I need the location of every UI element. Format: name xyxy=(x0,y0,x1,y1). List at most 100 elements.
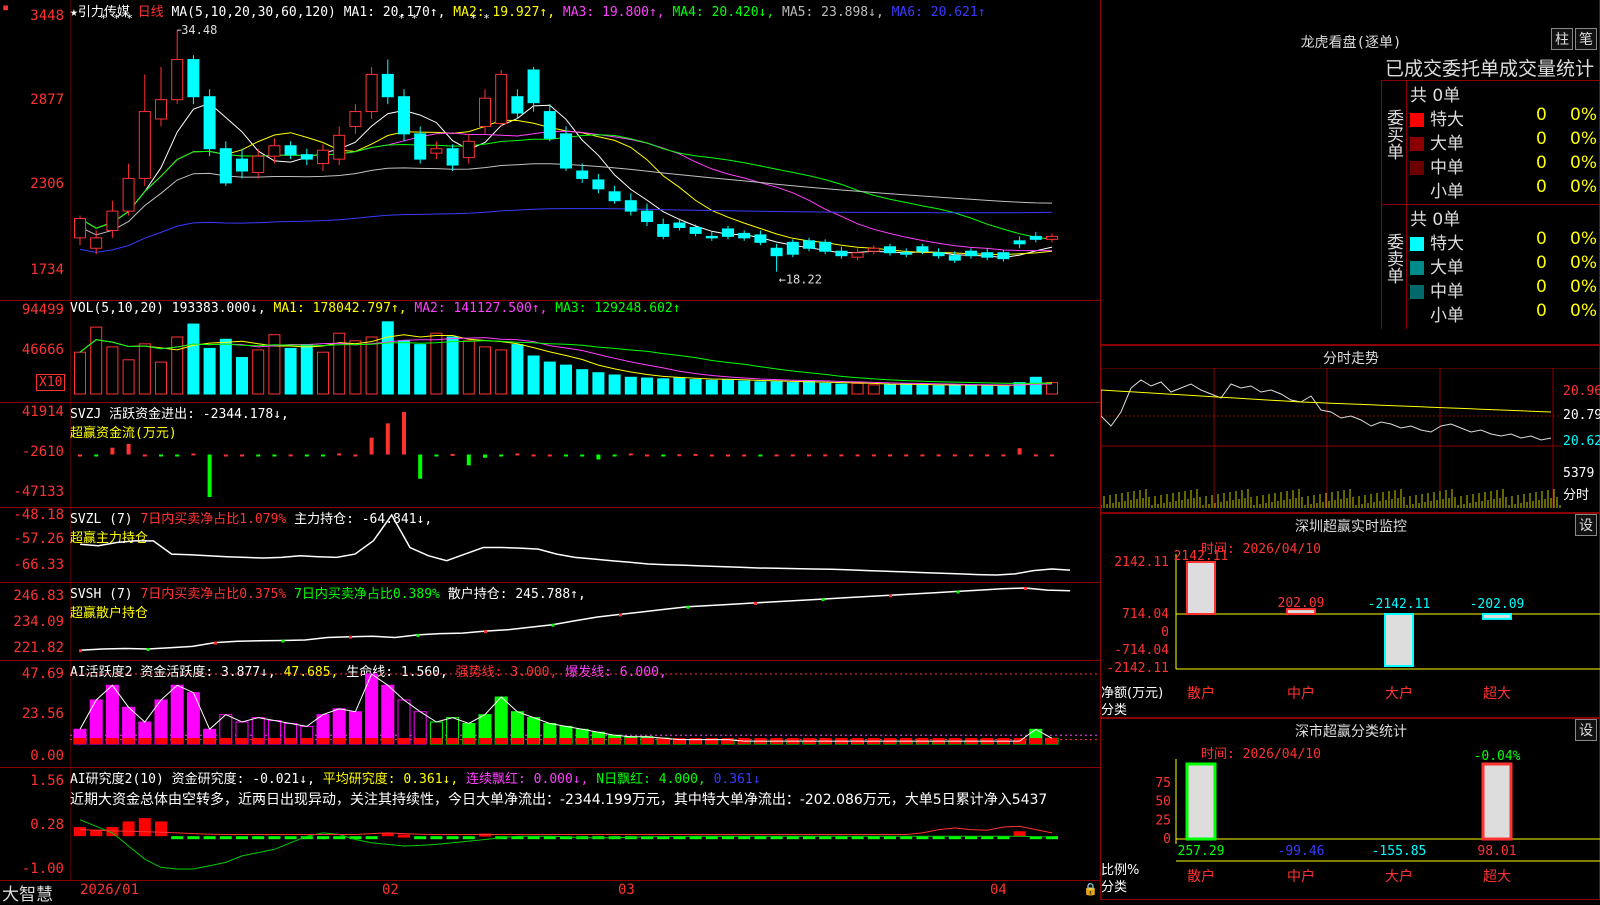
svzj-chart[interactable] xyxy=(70,402,1100,507)
vol-bar xyxy=(641,377,653,395)
vol-bar xyxy=(349,340,362,395)
svzl-chart[interactable] xyxy=(70,507,1100,582)
svsh-dot xyxy=(619,613,622,617)
svzj-bar xyxy=(272,454,277,457)
candle-body xyxy=(705,235,718,239)
intraday-y-0: 20.96 xyxy=(1563,384,1600,399)
svzj-bar xyxy=(191,453,196,456)
vol-bar xyxy=(981,385,994,395)
kline-panel[interactable]: ▪ ★引力传媒 日线 MA(5,10,20,30,60,120) MA1: 20… xyxy=(0,0,1100,301)
stat-top-label: -0.04% xyxy=(1474,749,1521,764)
main-chart-area[interactable]: ▪ ★引力传媒 日线 MA(5,10,20,30,60,120) MA1: 20… xyxy=(0,0,1100,905)
vol-bar xyxy=(300,344,313,395)
vol-bar xyxy=(74,351,86,395)
svzl-panel[interactable]: SVZL (7) 7日内买卖净占比1.079% 主力持仓: -64.841↓, … xyxy=(0,507,1100,583)
ai1-base-bar xyxy=(1046,738,1058,744)
lock-icon[interactable]: 🔒 xyxy=(1083,882,1098,896)
svzj-bar xyxy=(645,454,649,457)
vol-bar xyxy=(90,326,103,395)
monitor-bar xyxy=(1482,613,1512,620)
svzj-y-label-0: 41914 xyxy=(21,404,64,420)
candle-body xyxy=(236,158,248,172)
ai2-bar xyxy=(462,836,475,840)
ai-research-panel[interactable]: AI研究度2(10) 资金研究度: -0.021↓, 平均研究度: 0.361↓… xyxy=(0,767,1100,881)
vol-unit-badge: X10 xyxy=(36,374,66,391)
order-header: 已成交委托单成交量统计 xyxy=(1385,58,1595,80)
kline-chart[interactable]: 34.48 ←18.22 xyxy=(70,0,1100,300)
ai1-base-bar xyxy=(560,738,572,744)
vol-bar xyxy=(673,377,686,395)
svzj-y-label-1: -2610 xyxy=(21,444,64,460)
svsh-chart[interactable] xyxy=(70,582,1100,660)
svzj-bar xyxy=(353,454,358,457)
stat-value-label: -155.85 xyxy=(1372,844,1427,859)
svsh-panel[interactable]: SVSH (7) 7日内买卖净占比0.375% 7日内买卖净占比0.389% 散… xyxy=(0,582,1100,661)
vol-bar xyxy=(932,385,945,395)
svsh-dot xyxy=(551,623,555,627)
bar-mode-button[interactable]: 柱 xyxy=(1551,28,1573,50)
ai-activity-chart[interactable] xyxy=(70,660,1100,767)
ai-research-chart[interactable] xyxy=(70,767,1100,880)
monitor-y-label: 2142.11 xyxy=(1114,555,1169,570)
ai1-bar xyxy=(381,684,395,745)
vol-bar xyxy=(462,340,475,395)
kline-y-label-0: 3448 xyxy=(30,8,64,24)
sell-row-pct: 0% xyxy=(1570,229,1597,249)
vol-bar xyxy=(106,346,119,395)
svzj-bar xyxy=(596,454,601,460)
svzj-bar xyxy=(466,454,471,466)
sell-row: 大单 0 0% xyxy=(1410,253,1600,278)
intraday-price-line xyxy=(1101,379,1552,441)
tick-mode-button[interactable]: 笔 xyxy=(1575,28,1597,50)
sell-row-qty: 0 xyxy=(1536,229,1547,249)
ai1-base-bar xyxy=(462,738,475,744)
ai1-base-bar xyxy=(446,738,459,744)
stat-bar xyxy=(1481,762,1513,841)
vol-bar xyxy=(122,359,135,395)
intraday-y-1: 20.79 xyxy=(1563,408,1600,423)
sell-swatch xyxy=(1410,237,1424,251)
candle-body xyxy=(884,246,896,254)
buy-row: 小单 0 0% xyxy=(1410,177,1600,202)
svzj-bar xyxy=(839,454,844,457)
candle-body xyxy=(673,222,686,228)
sell-row-name: 中单 xyxy=(1430,282,1464,302)
stat-value-label: 98.01 xyxy=(1477,844,1516,859)
volume-chart[interactable] xyxy=(70,300,1100,402)
vol-bar xyxy=(576,369,589,395)
monitor-value-label: 2142.11 xyxy=(1174,549,1229,564)
stat-panel[interactable]: 深市超赢分类统计 设 时间: 2026/04/10 75 50 25 0 -0.04% 2… xyxy=(1100,718,1600,900)
kline-y-label-2: 2306 xyxy=(30,176,64,192)
kline-y-label-1: 2877 xyxy=(30,92,64,108)
stat-chart[interactable]: 75 50 25 0 -0.04% 257.29 -99.46 -155.85 98.01 散户 中… xyxy=(1101,719,1600,901)
ai1-y-label-0: 47.69 xyxy=(21,666,64,682)
vol-bar xyxy=(689,379,702,395)
vol-bar xyxy=(916,384,929,395)
stat-category: 大户 xyxy=(1385,868,1413,885)
low-price-label: ←18.22 xyxy=(779,273,822,287)
vol-bar xyxy=(187,323,200,395)
ai1-base-bar xyxy=(333,738,346,744)
ai-activity-panel[interactable]: AI活跃度2 资金活跃度: 3.877↓, 47.685, 生命线: 1.560… xyxy=(0,660,1100,768)
candle-body xyxy=(738,232,751,239)
svzl-y-label-1: -57.26 xyxy=(13,531,64,547)
intraday-chart[interactable] xyxy=(1101,368,1600,514)
svzj-panel[interactable]: SVZJ 活跃资金进出: -2344.178↓, 超赢资金流(万元) 41914… xyxy=(0,402,1100,508)
volume-panel[interactable]: VOL(5,10,20) 193383.000↓, MA1: 178042.79… xyxy=(0,300,1100,403)
svsh-dot xyxy=(1024,587,1027,590)
svzj-bar xyxy=(920,454,925,457)
monitor-panel[interactable]: 深圳超赢实时监控 设 时间: 2026/04/10 2142.11 714.04 0… xyxy=(1100,513,1600,718)
ai1-base-bar xyxy=(236,738,248,744)
monitor-y-label: -714.04 xyxy=(1114,643,1169,658)
candle-body xyxy=(1013,240,1026,245)
sell-row-name: 大单 xyxy=(1430,258,1464,278)
stat-xlabel: 分类 xyxy=(1101,880,1128,895)
intraday-panel[interactable]: 分时走势 20.96 20.79 20.62 5379 分时 xyxy=(1100,345,1600,513)
svzj-bar xyxy=(855,454,860,457)
monitor-chart[interactable]: 2142.11 714.04 0 -714.04 -2142.11 2142.11 202.… xyxy=(1101,514,1600,719)
vol-bar xyxy=(268,334,281,395)
vol-bar xyxy=(786,382,799,395)
sell-row-qty: 0 xyxy=(1536,253,1547,273)
candle-body xyxy=(122,177,135,212)
svzj-bar xyxy=(483,454,487,458)
